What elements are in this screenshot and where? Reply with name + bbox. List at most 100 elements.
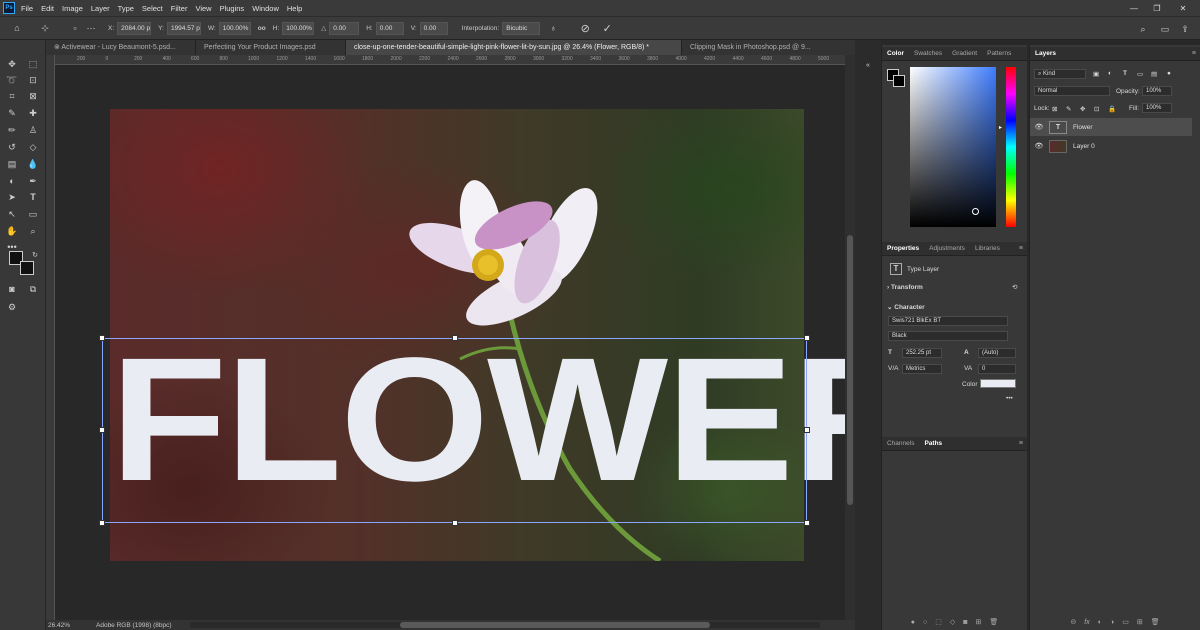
blend-mode-select[interactable]: Normal: [1034, 86, 1110, 96]
vskew-field[interactable]: 0.00: [419, 21, 448, 35]
menu-filter[interactable]: Filter: [171, 4, 188, 13]
move-tool-icon[interactable]: ✥: [5, 57, 19, 71]
filter-pixel-icon[interactable]: ▣: [1093, 70, 1099, 78]
opacity-field[interactable]: 100%: [1142, 86, 1172, 96]
y-field[interactable]: 1994.57 p: [166, 21, 201, 35]
crop-tool-icon[interactable]: ⌗: [5, 89, 19, 103]
menu-help[interactable]: Help: [287, 4, 302, 13]
hue-slider[interactable]: [1006, 67, 1016, 227]
transform-section[interactable]: › Transform: [887, 284, 923, 291]
layer-filter-select[interactable]: ⌕ Kind: [1034, 69, 1086, 79]
character-section[interactable]: ⌄ Character: [887, 303, 925, 311]
layer-name[interactable]: Flower: [1073, 124, 1093, 131]
gradient-tool-icon[interactable]: ▤: [5, 157, 19, 171]
filter-adjust-icon[interactable]: ◐: [1108, 70, 1112, 77]
reference-point-grid-icon[interactable]: ⋯: [84, 21, 98, 35]
direct-select-icon[interactable]: ↖: [5, 207, 19, 221]
marquee-tool-icon[interactable]: ⬚: [26, 57, 40, 71]
color-field[interactable]: [910, 67, 996, 227]
share-icon[interactable]: ⇪: [1178, 22, 1192, 36]
menu-file[interactable]: File: [21, 4, 33, 13]
horizontal-scroll-thumb[interactable]: [400, 622, 710, 628]
layers-menu-icon[interactable]: ≡: [1192, 50, 1196, 57]
font-family-select[interactable]: Swis721 BlkEx BT: [888, 316, 1008, 326]
tab-gradient[interactable]: Gradient: [947, 50, 982, 57]
search-icon[interactable]: ⌕: [1136, 22, 1150, 36]
pen-tool-icon[interactable]: ✒: [26, 174, 40, 188]
fx-icon[interactable]: fx: [1084, 619, 1089, 626]
menu-view[interactable]: View: [195, 4, 211, 13]
handle-bottom-left[interactable]: [99, 520, 105, 526]
properties-menu-icon[interactable]: ≡: [1019, 245, 1023, 252]
add-mask-icon[interactable]: ◙: [963, 619, 967, 626]
frame-tool-icon[interactable]: ⊠: [26, 89, 40, 103]
menu-select[interactable]: Select: [142, 4, 163, 13]
paths-menu-icon[interactable]: ≡: [1019, 440, 1023, 447]
lock-all-icon[interactable]: 🔒: [1108, 105, 1116, 113]
path-select-icon[interactable]: ➤: [5, 190, 19, 204]
font-size-field[interactable]: 252.25 pt: [902, 348, 942, 358]
lock-transparent-icon[interactable]: ⊠: [1052, 105, 1057, 113]
restore-button[interactable]: ❐: [1146, 0, 1168, 16]
tab-swatches[interactable]: Swatches: [909, 50, 947, 57]
tracking-field[interactable]: 0: [978, 364, 1016, 374]
lock-position-icon[interactable]: ✥: [1080, 105, 1085, 113]
menu-type[interactable]: Type: [118, 4, 134, 13]
layer-row-flower[interactable]: 👁 T Flower: [1030, 118, 1192, 136]
handle-bottom-center[interactable]: [452, 520, 458, 526]
stamp-tool-icon[interactable]: ♙: [26, 123, 40, 137]
eyedropper-icon[interactable]: ✎: [5, 106, 19, 120]
workspace-icon[interactable]: ▭: [1158, 22, 1172, 36]
hskew-field[interactable]: 0.00: [375, 21, 404, 35]
warp-icon[interactable]: ♁: [546, 21, 560, 35]
width-field[interactable]: 100.00%: [218, 21, 251, 35]
handle-top-right[interactable]: [804, 335, 810, 341]
color-picker-cursor[interactable]: [972, 208, 979, 215]
swap-colors-icon[interactable]: ↻: [28, 248, 42, 262]
reference-point-icon[interactable]: ▫: [68, 21, 82, 35]
interpolation-select[interactable]: Bicubic: [502, 21, 541, 35]
history-brush-icon[interactable]: ↺: [5, 140, 19, 154]
handle-top-left[interactable]: [99, 335, 105, 341]
tab-properties[interactable]: Properties: [882, 245, 924, 252]
expand-panels-icon[interactable]: «: [861, 58, 875, 72]
lock-pixels-icon[interactable]: ✎: [1066, 105, 1071, 113]
commit-transform-icon[interactable]: ✓: [600, 21, 614, 35]
menu-edit[interactable]: Edit: [41, 4, 54, 13]
link-icon[interactable]: oo: [258, 25, 266, 32]
zoom-tool-icon[interactable]: ⌕: [26, 224, 40, 238]
vertical-scrollbar[interactable]: [845, 55, 855, 622]
tab-libraries[interactable]: Libraries: [970, 245, 1005, 252]
adjustment-layer-icon[interactable]: ◑: [1110, 619, 1114, 626]
kerning-select[interactable]: Metrics: [902, 364, 942, 374]
make-work-path-icon[interactable]: ◇: [950, 618, 955, 626]
menu-image[interactable]: Image: [62, 4, 83, 13]
menu-plugins[interactable]: Plugins: [220, 4, 245, 13]
object-select-icon[interactable]: ⊡: [26, 73, 40, 87]
eraser-tool-icon[interactable]: ◇: [26, 140, 40, 154]
vertical-scroll-thumb[interactable]: [847, 235, 853, 505]
tab-perfecting[interactable]: Perfecting Your Product Images.psd: [196, 40, 346, 55]
handle-bottom-right[interactable]: [804, 520, 810, 526]
background-color-swatch[interactable]: [20, 261, 34, 275]
new-layer-icon[interactable]: ⊞: [1137, 618, 1143, 626]
filter-type-icon[interactable]: T: [1123, 70, 1127, 77]
handle-top-center[interactable]: [452, 335, 458, 341]
edit-toolbar-icon[interactable]: ⚙: [5, 300, 19, 314]
delete-path-icon[interactable]: 🗑: [989, 618, 998, 626]
type-tool-icon[interactable]: T: [26, 190, 40, 204]
layer-row-layer0[interactable]: 👁 Layer 0: [1030, 137, 1192, 155]
horizontal-scrollbar[interactable]: [190, 622, 820, 628]
dodge-tool-icon[interactable]: ◐: [5, 174, 19, 188]
visibility-eye-icon[interactable]: 👁: [1034, 142, 1044, 150]
filter-shape-icon[interactable]: ▭: [1137, 70, 1143, 78]
color-bg-swatch[interactable]: [893, 75, 905, 87]
fill-field[interactable]: 100%: [1142, 103, 1172, 113]
leading-field[interactable]: (Auto): [978, 348, 1016, 358]
rectangle-tool-icon[interactable]: ▭: [26, 207, 40, 221]
handle-middle-left[interactable]: [99, 427, 105, 433]
quick-mask-icon[interactable]: ◙: [5, 282, 19, 296]
healing-brush-icon[interactable]: ✚: [26, 106, 40, 120]
reset-transform-icon[interactable]: ⟲: [1012, 283, 1017, 291]
lasso-tool-icon[interactable]: ➰: [5, 73, 19, 87]
